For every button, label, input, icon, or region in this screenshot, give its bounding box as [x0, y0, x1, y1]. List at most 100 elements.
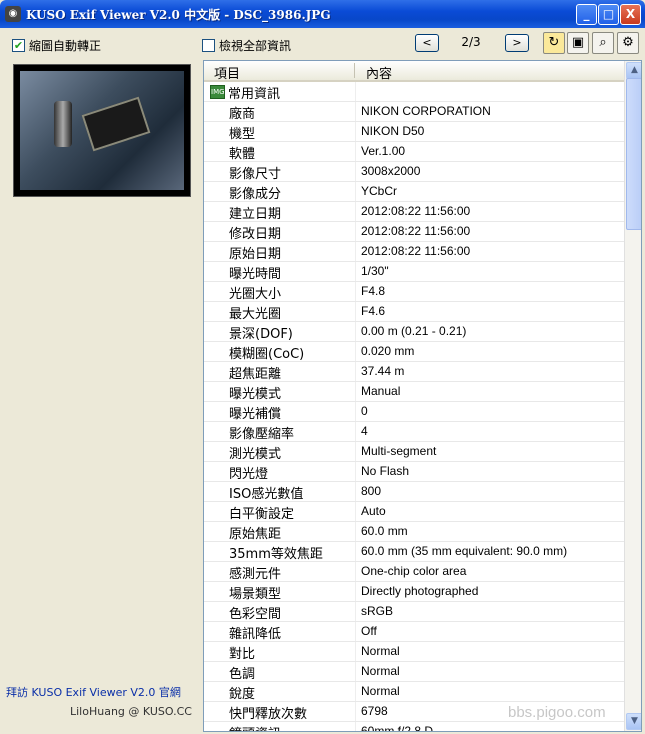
table-row[interactable]: 影像成分 YCbCr [204, 182, 624, 202]
row-value: 60.0 mm (35 mm equivalent: 90.0 mm) [361, 544, 568, 558]
table-row[interactable]: 色調 Normal [204, 662, 624, 682]
table-row[interactable]: 光圈大小 F4.8 [204, 282, 624, 302]
cell-divider [355, 362, 356, 381]
table-row[interactable]: 場景類型 Directly photographed [204, 582, 624, 602]
row-value: Normal [361, 664, 400, 678]
cell-divider [355, 82, 356, 101]
search-icon[interactable]: ⌕ [592, 32, 614, 54]
cell-divider [355, 542, 356, 561]
row-value: Directly photographed [361, 584, 479, 598]
table-row[interactable]: 超焦距離 37.44 m [204, 362, 624, 382]
table-row[interactable]: 對比 Normal [204, 642, 624, 662]
table-row[interactable]: 白平衡設定 Auto [204, 502, 624, 522]
row-key: 建立日期 [229, 207, 282, 222]
table-row[interactable]: 測光模式 Multi-segment [204, 442, 624, 462]
row-key: 銳度 [229, 687, 256, 702]
table-row[interactable]: 雜訊降低 Off [204, 622, 624, 642]
maximize-button[interactable]: □ [598, 4, 619, 25]
scroll-up-icon[interactable]: ▲ [626, 62, 641, 79]
table-row[interactable]: ISO感光數值 800 [204, 482, 624, 502]
scroll-down-icon[interactable]: ▼ [626, 713, 641, 730]
group-row[interactable]: IMG 常用資訊 [204, 82, 624, 102]
row-key: 機型 [229, 127, 256, 142]
website-link[interactable]: 拜訪 KUSO Exif Viewer V2.0 官網 [6, 684, 181, 700]
cell-divider [355, 582, 356, 601]
table-row[interactable]: 景深(DOF) 0.00 m (0.21 - 0.21) [204, 322, 624, 342]
open-icon[interactable]: ↻ [543, 32, 565, 54]
row-value: NIKON CORPORATION [361, 104, 491, 118]
row-key: 感測元件 [229, 567, 282, 582]
row-value: Auto [361, 504, 386, 518]
cell-divider [355, 662, 356, 681]
close-button[interactable]: X [620, 4, 641, 25]
row-value: Normal [361, 684, 400, 698]
table-row[interactable]: 機型 NIKON D50 [204, 122, 624, 142]
row-value: 0.00 m (0.21 - 0.21) [361, 324, 467, 338]
cell-divider [355, 462, 356, 481]
table-row[interactable]: 原始焦距 60.0 mm [204, 522, 624, 542]
column-header-content[interactable]: 內容 [366, 63, 392, 82]
checkbox-checked-icon[interactable]: ✔ [12, 39, 25, 52]
row-key: 閃光燈 [229, 467, 269, 482]
row-key: 超焦距離 [229, 367, 282, 382]
checkbox-unchecked-icon[interactable] [202, 39, 215, 52]
table-row[interactable]: 感測元件 One-chip color area [204, 562, 624, 582]
row-value: 6798 [361, 704, 388, 718]
row-value: 60mm f/2.8 D [361, 724, 434, 732]
cell-divider [355, 202, 356, 221]
scrollbar-thumb[interactable] [626, 78, 641, 230]
cell-divider [355, 422, 356, 441]
cell-divider [355, 182, 356, 201]
table-row[interactable]: 曝光時間 1/30" [204, 262, 624, 282]
table-row[interactable]: 軟體 Ver.1.00 [204, 142, 624, 162]
show-all-checkbox[interactable]: 檢視全部資訊 [202, 37, 291, 54]
table-row[interactable]: 模糊圈(CoC) 0.020 mm [204, 342, 624, 362]
vertical-scrollbar[interactable]: ▲ ▼ [624, 61, 641, 731]
row-key: 模糊圈(CoC) [229, 347, 305, 362]
cell-divider [355, 102, 356, 121]
table-row[interactable]: 最大光圈 F4.6 [204, 302, 624, 322]
table-header: 項目 內容 [204, 61, 624, 82]
window-title: KUSO Exif Viewer V2.0 中文版 - DSC_3986.JPG [26, 8, 331, 22]
row-key: 測光模式 [229, 447, 282, 462]
column-divider[interactable] [354, 63, 355, 78]
row-key: 軟體 [229, 147, 256, 162]
row-key: 曝光補償 [229, 407, 282, 422]
table-row[interactable]: 曝光模式 Manual [204, 382, 624, 402]
autorotate-checkbox[interactable]: ✔ 縮圖自動轉正 [12, 37, 101, 54]
table-row[interactable]: 影像壓縮率 4 [204, 422, 624, 442]
title-bar[interactable]: ◉ KUSO Exif Viewer V2.0 中文版 - DSC_3986.J… [0, 0, 645, 28]
row-key: 光圈大小 [229, 287, 282, 302]
table-row[interactable]: 廠商 NIKON CORPORATION [204, 102, 624, 122]
row-value: No Flash [361, 464, 410, 478]
cell-divider [355, 642, 356, 661]
row-value: Off [361, 624, 377, 638]
next-button[interactable]: > [505, 34, 529, 52]
column-header-item[interactable]: 項目 [214, 63, 240, 82]
row-value: 0 [361, 404, 368, 418]
table-row[interactable]: 建立日期 2012:08:22 11:56:00 [204, 202, 624, 222]
table-row[interactable]: 曝光補償 0 [204, 402, 624, 422]
table-row[interactable]: 色彩空間 sRGB [204, 602, 624, 622]
settings-icon[interactable]: ⚙ [617, 32, 639, 54]
table-row[interactable]: 閃光燈 No Flash [204, 462, 624, 482]
row-key: 白平衡設定 [229, 507, 295, 522]
prev-button[interactable]: < [415, 34, 439, 52]
row-value: 0.020 mm [361, 344, 415, 358]
table-row[interactable]: 35mm等效焦距 60.0 mm (35 mm equivalent: 90.0 … [204, 542, 624, 562]
row-value: NIKON D50 [361, 124, 425, 138]
minimize-button[interactable]: _ [576, 4, 597, 25]
table-row[interactable]: 原始日期 2012:08:22 11:56:00 [204, 242, 624, 262]
table-row[interactable]: 鏡頭資訊 60mm f/2.8 D [204, 722, 624, 732]
exif-table[interactable]: 項目 內容 IMG 常用資訊 廠商 NIKON CORPORATION 機型 NIKO… [203, 60, 642, 732]
save-icon[interactable]: ▣ [567, 32, 589, 54]
table-row[interactable]: 修改日期 2012:08:22 11:56:00 [204, 222, 624, 242]
row-key: 景深(DOF) [229, 327, 293, 342]
cell-divider [355, 442, 356, 461]
row-value: 2012:08:22 11:56:00 [361, 244, 471, 258]
table-row[interactable]: 影像尺寸 3008x2000 [204, 162, 624, 182]
cell-divider [355, 242, 356, 261]
table-row[interactable]: 銳度 Normal [204, 682, 624, 702]
cell-divider [355, 142, 356, 161]
table-body: IMG 常用資訊 廠商 NIKON CORPORATION 機型 NIKON D50 軟… [204, 82, 624, 732]
